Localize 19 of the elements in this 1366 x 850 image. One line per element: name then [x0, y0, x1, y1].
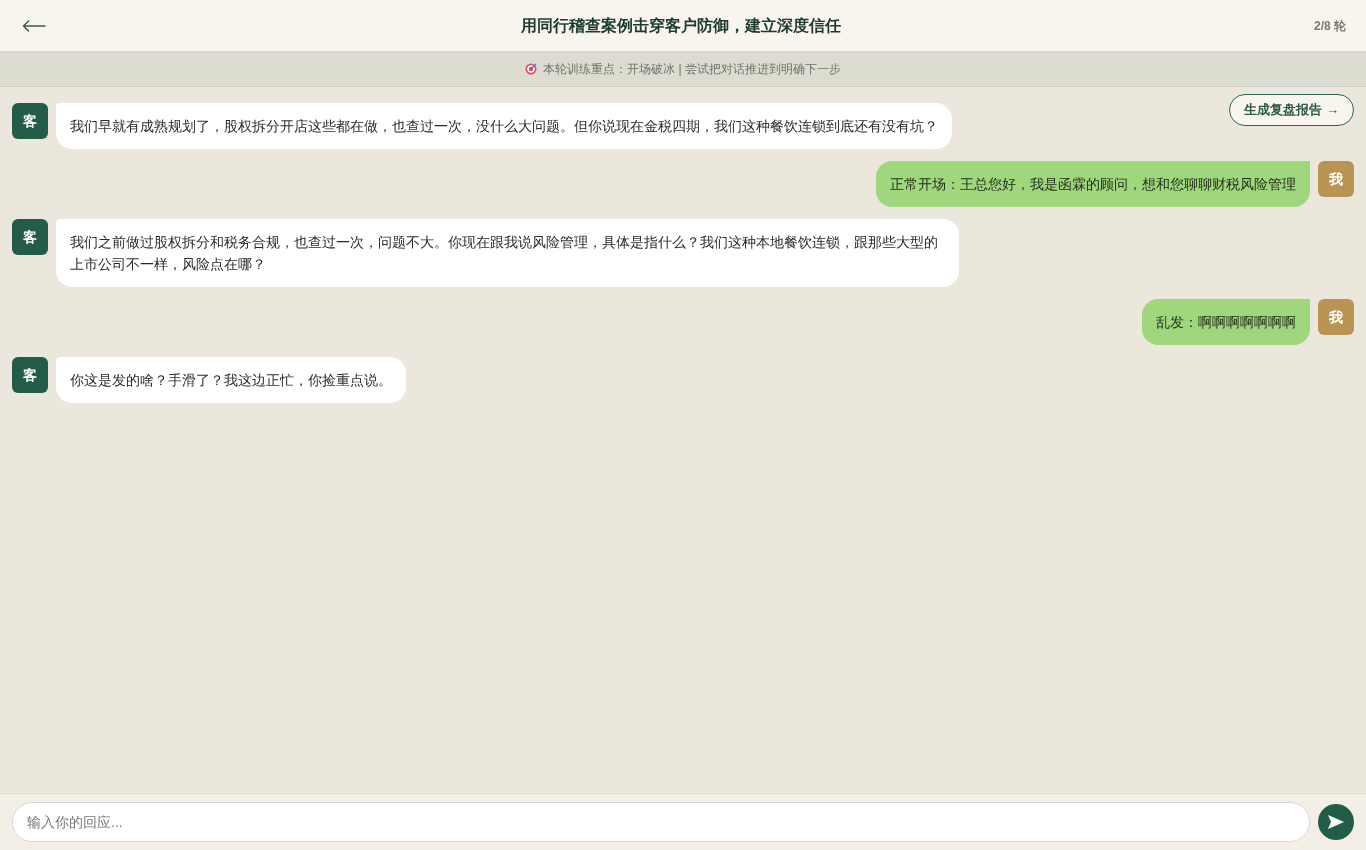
round-counter: 2/8 轮: [1314, 17, 1346, 35]
reply-input[interactable]: 输入你的回应...: [12, 802, 1310, 842]
my-avatar: 我: [1318, 299, 1354, 335]
report-button[interactable]: 生成复盘报告 →: [1229, 94, 1354, 126]
send-icon: [1328, 815, 1344, 829]
my-message: 乱发：啊啊啊啊啊啊啊: [1142, 299, 1310, 345]
my-avatar: 我: [1318, 161, 1354, 197]
focus-text: 本轮训练重点：开场破冰 | 尝试把对话推进到明确下一步: [543, 61, 841, 78]
customer-message: 我们之前做过股权拆分和税务合规，也查过一次，问题不大。你现在跟我说风险管理，具体是指什么？我们这种本地餐饮连锁，跟那些大型的上市公司不一样，风险点在哪？: [56, 219, 959, 287]
target-icon: [525, 63, 538, 75]
customer-message: 我们早就有成熟规划了，股权拆分开店这些都在做，也查过一次，没什么大问题。但你说现在金税四期，我们这种餐饮连锁到底还有没有坑？: [56, 103, 952, 149]
customer-message: 你这是发的啥？手滑了？我这边正忙，你捡重点说。: [56, 357, 406, 403]
customer-avatar: 客: [12, 357, 48, 393]
customer-avatar: 客: [12, 219, 48, 255]
customer-avatar: 客: [12, 103, 48, 139]
page-title: 用同行稽查案例击穿客户防御，建立深度信任: [521, 15, 841, 36]
send-button[interactable]: [1318, 804, 1354, 840]
back-arrow-icon: [22, 19, 46, 32]
my-message: 正常开场：王总您好，我是函霖的顾问，想和您聊聊财税风险管理: [876, 161, 1310, 207]
